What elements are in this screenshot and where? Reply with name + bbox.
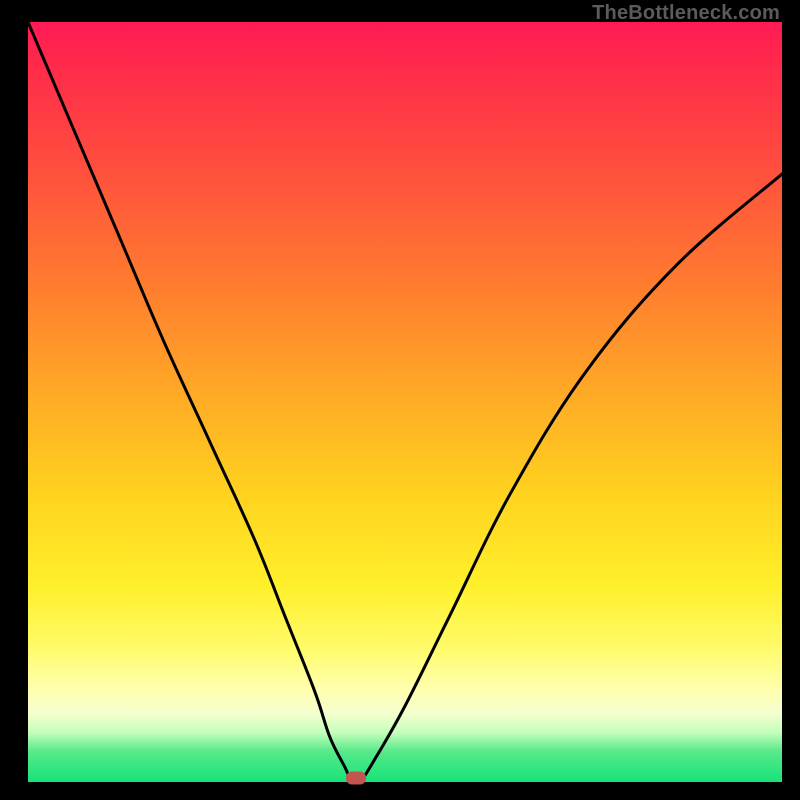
min-marker (346, 772, 366, 785)
curve-svg (28, 22, 782, 782)
bottleneck-curve-path (28, 22, 782, 782)
plot-area (28, 22, 782, 782)
chart-container: TheBottleneck.com (0, 0, 800, 800)
